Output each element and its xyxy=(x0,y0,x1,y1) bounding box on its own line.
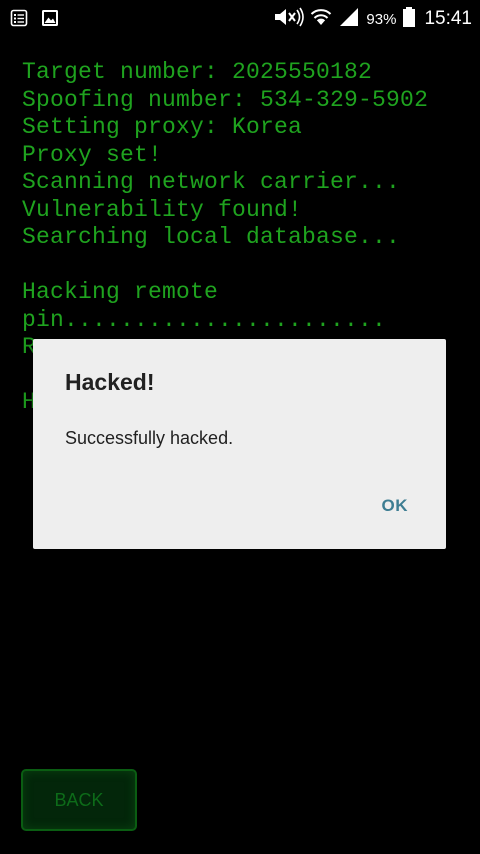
status-bar: 93% 15:41 xyxy=(0,0,480,38)
battery-icon xyxy=(402,6,416,33)
clock: 15:41 xyxy=(424,8,472,29)
ok-button[interactable]: OK xyxy=(378,494,413,518)
battery-percent: 93% xyxy=(366,10,397,28)
mute-icon xyxy=(274,6,305,33)
status-icons: 93% 15:41 xyxy=(274,0,472,38)
alert-dialog: Hacked! Successfully hacked. OK xyxy=(33,339,446,549)
dialog-message: Successfully hacked. xyxy=(65,428,234,448)
signal-icon xyxy=(338,6,360,33)
back-button[interactable]: BACK xyxy=(21,769,137,831)
dialog-title: Hacked! xyxy=(65,369,155,395)
gallery-icon xyxy=(41,9,59,27)
notes-icon xyxy=(10,9,28,27)
wifi-icon xyxy=(310,6,332,33)
